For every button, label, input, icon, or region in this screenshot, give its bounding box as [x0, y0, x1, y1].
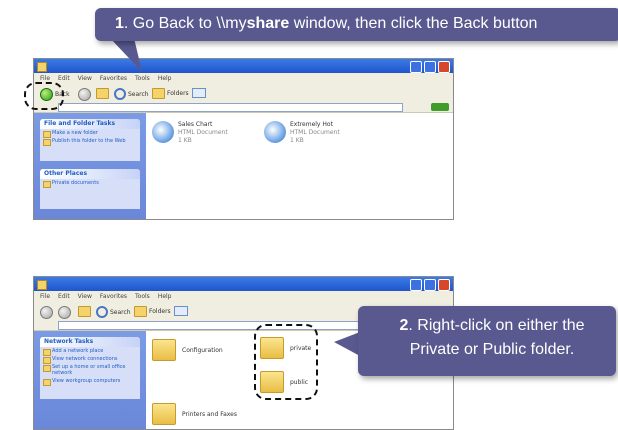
- menu-bar: File Edit View Favorites Tools Help: [34, 291, 453, 302]
- folders-highlight: [254, 324, 318, 400]
- shared-folder-icon: [152, 339, 176, 361]
- task-link[interactable]: View workgroup computers: [40, 377, 140, 386]
- go-button[interactable]: [431, 103, 449, 111]
- other-places-panel: Other Places Private documents: [40, 169, 140, 209]
- file-name: Extremely Hot: [290, 121, 333, 128]
- title-bar: [34, 59, 453, 73]
- folders-button[interactable]: Folders: [134, 306, 171, 317]
- window-controls: [410, 279, 450, 291]
- title-bar: [34, 277, 453, 291]
- search-button[interactable]: Search: [96, 306, 131, 318]
- file-name: Sales Chart: [178, 121, 213, 128]
- menu-tools[interactable]: Tools: [135, 75, 150, 82]
- folder-icon: [37, 62, 47, 72]
- search-icon: [114, 88, 126, 100]
- task-link[interactable]: Publish this folder to the Web: [40, 137, 140, 146]
- panel-header[interactable]: Other Places: [40, 169, 140, 179]
- file-list: Sales Chart HTML Document 1 KB Extremely…: [146, 113, 453, 219]
- folder-icon: [37, 280, 47, 290]
- menu-favorites[interactable]: Favorites: [100, 293, 127, 300]
- html-file-icon: [152, 121, 174, 143]
- callout-2-pointer: [334, 332, 360, 356]
- folders-icon: [134, 306, 147, 317]
- menu-view[interactable]: View: [78, 75, 92, 82]
- folders-icon: [152, 88, 165, 99]
- printer-folder-icon: [152, 403, 176, 425]
- callout-step-2: 2. Right-click on either the Private or …: [358, 306, 616, 376]
- folder-item-configuration[interactable]: Configuration: [152, 339, 223, 361]
- folder-item-printers[interactable]: Printers and Faxes: [152, 403, 237, 425]
- panel-header[interactable]: File and Folder Tasks: [40, 119, 140, 129]
- menu-bar: File Edit View Favorites Tools Help: [34, 73, 453, 84]
- html-file-icon: [264, 121, 286, 143]
- window-controls: [410, 61, 450, 73]
- maximize-button[interactable]: [424, 61, 436, 73]
- up-button[interactable]: [96, 88, 109, 99]
- file-type: HTML Document: [178, 129, 228, 136]
- address-field[interactable]: [58, 103, 403, 112]
- file-size: 1 KB: [290, 137, 304, 144]
- task-link[interactable]: View network connections: [40, 355, 140, 364]
- back-arrow-icon: [40, 306, 53, 319]
- menu-help[interactable]: Help: [158, 293, 172, 300]
- menu-tools[interactable]: Tools: [135, 293, 150, 300]
- menu-edit[interactable]: Edit: [58, 75, 70, 82]
- back-button[interactable]: [40, 306, 53, 319]
- forward-button[interactable]: [58, 306, 71, 319]
- file-item[interactable]: Sales Chart HTML Document 1 KB: [152, 121, 228, 145]
- menu-file[interactable]: File: [40, 75, 50, 82]
- close-button[interactable]: [438, 61, 450, 73]
- views-icon: [174, 306, 188, 316]
- up-folder-icon: [78, 306, 91, 317]
- folder-name: Printers and Faxes: [182, 410, 237, 418]
- forward-arrow-icon: [78, 88, 91, 101]
- network-tasks-panel: Network Tasks Add a network place View n…: [40, 337, 140, 399]
- explorer-screenshot-1: File Edit View Favorites Tools Help Back…: [33, 58, 454, 220]
- task-pane: Network Tasks Add a network place View n…: [34, 331, 146, 429]
- search-button[interactable]: Search: [114, 88, 149, 100]
- folders-button[interactable]: Folders: [152, 88, 189, 99]
- forward-button[interactable]: [78, 88, 91, 101]
- place-link[interactable]: Private documents: [40, 179, 140, 188]
- file-item[interactable]: Extremely Hot HTML Document 1 KB: [264, 121, 340, 145]
- file-folder-tasks-panel: File and Folder Tasks Make a new folder …: [40, 119, 140, 161]
- minimize-button[interactable]: [410, 279, 422, 291]
- address-field[interactable]: [58, 321, 403, 330]
- minimize-button[interactable]: [410, 61, 422, 73]
- up-folder-icon: [96, 88, 109, 99]
- task-link[interactable]: Set up a home or small office network: [40, 363, 140, 377]
- menu-view[interactable]: View: [78, 293, 92, 300]
- file-size: 1 KB: [178, 137, 192, 144]
- task-link[interactable]: Add a network place: [40, 347, 140, 356]
- back-button-highlight: [24, 82, 64, 110]
- address-bar: [34, 102, 453, 113]
- callout-2-text: 2. Right-click on either the Private or …: [399, 317, 585, 358]
- maximize-button[interactable]: [424, 279, 436, 291]
- task-link[interactable]: Make a new folder: [40, 129, 140, 138]
- folder-name: Configuration: [182, 346, 223, 354]
- menu-file[interactable]: File: [40, 293, 50, 300]
- menu-help[interactable]: Help: [158, 75, 172, 82]
- views-button[interactable]: [192, 88, 206, 98]
- file-type: HTML Document: [290, 129, 340, 136]
- callout-step-1: 1. Go Back to \\myshare window, then cli…: [95, 8, 618, 41]
- task-pane: File and Folder Tasks Make a new folder …: [34, 113, 146, 219]
- search-icon: [96, 306, 108, 318]
- forward-arrow-icon: [58, 306, 71, 319]
- callout-1-text: 1. Go Back to \\myshare window, then cli…: [115, 15, 538, 32]
- views-button[interactable]: [174, 306, 188, 316]
- menu-edit[interactable]: Edit: [58, 293, 70, 300]
- toolbar: Back Search Folders: [34, 84, 453, 103]
- panel-header[interactable]: Network Tasks: [40, 337, 140, 347]
- close-button[interactable]: [438, 279, 450, 291]
- up-button[interactable]: [78, 306, 91, 317]
- menu-favorites[interactable]: Favorites: [100, 75, 127, 82]
- views-icon: [192, 88, 206, 98]
